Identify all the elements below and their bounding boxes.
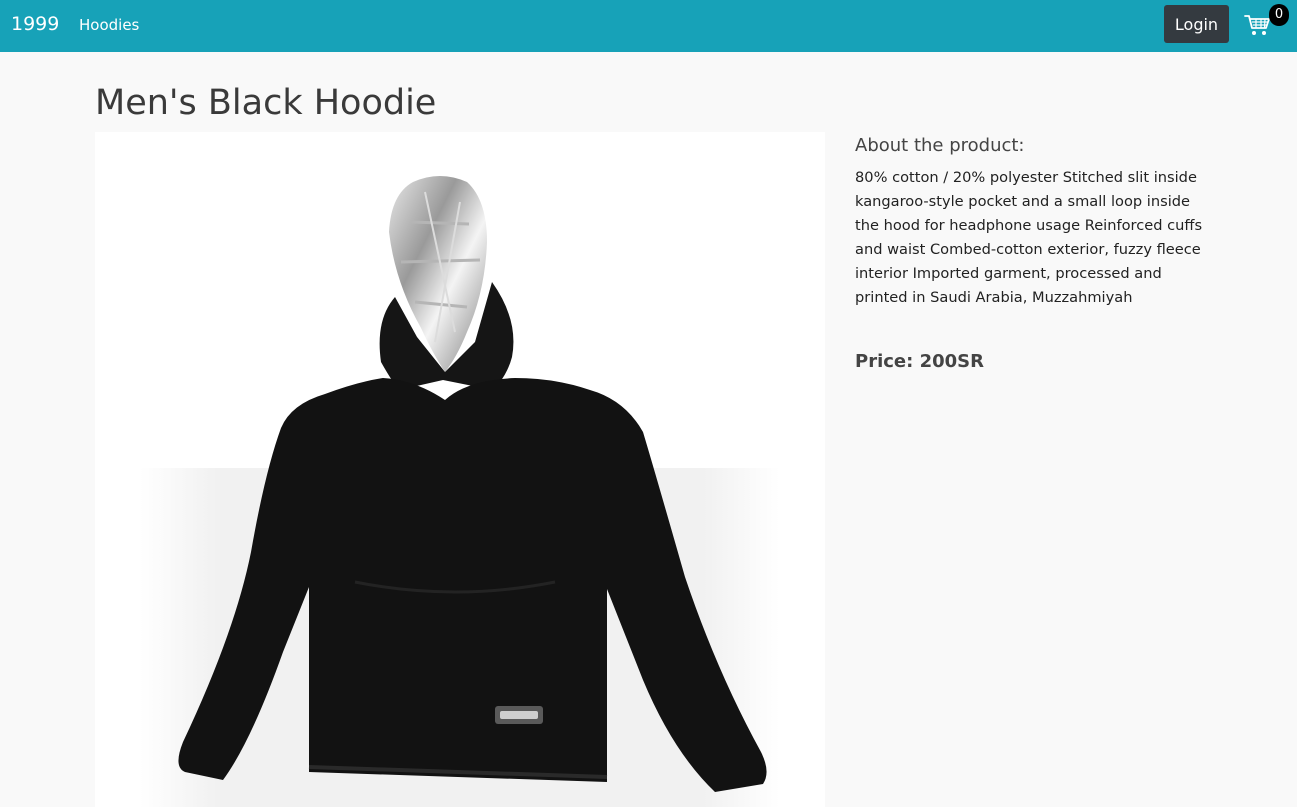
product-description: 80% cotton / 20% polyester Stitched slit…: [855, 169, 1203, 306]
top-navbar: 1999 Hoodies Login 0: [0, 0, 1297, 52]
product-title: Men's Black Hoodie: [95, 83, 437, 123]
product-image: [95, 132, 825, 807]
login-button[interactable]: Login: [1164, 5, 1229, 43]
nav-link-hoodies[interactable]: Hoodies: [79, 14, 139, 36]
brand-link[interactable]: 1999: [11, 11, 59, 37]
cart-count-badge: 0: [1269, 4, 1289, 26]
product-price: Price: 200SR: [855, 351, 984, 372]
hoodie-photo: [140, 176, 780, 807]
about-product-heading: About the product:: [855, 135, 1025, 156]
